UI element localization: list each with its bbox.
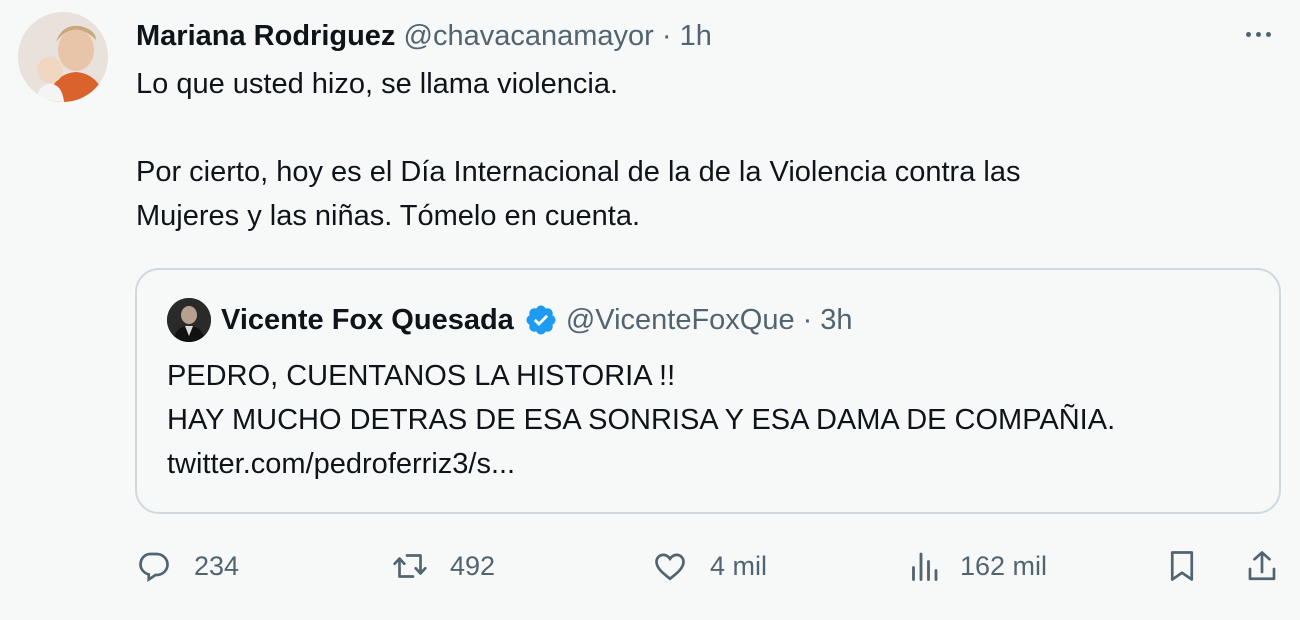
tweet-text-line: Mujeres y las niñas. Tómelo en cuenta. bbox=[136, 200, 641, 232]
retweet-count: 492 bbox=[450, 550, 496, 581]
tweet-actions: 234 492 4 mil 162 mil bbox=[136, 544, 1282, 588]
share-icon bbox=[1248, 551, 1276, 581]
like-count: 4 mil bbox=[710, 550, 768, 581]
tweet-text: Lo que usted hizo, se llama violencia. P… bbox=[136, 62, 1256, 238]
quoted-tweet-text: PEDRO, CUENTANOS LA HISTORIA !! HAY MUCH… bbox=[167, 354, 1267, 486]
view-count: 162 mil bbox=[960, 550, 1048, 581]
quoted-text-line: PEDRO, CUENTANOS LA HISTORIA !! bbox=[167, 360, 676, 392]
quoted-tweet-header: Vicente Fox Quesada @VicenteFoxQue · 3h bbox=[221, 300, 853, 340]
quoted-author-avatar[interactable] bbox=[167, 298, 211, 342]
reply-button[interactable]: 234 bbox=[136, 544, 239, 588]
quoted-avatar-image bbox=[167, 298, 211, 342]
more-options-icon[interactable] bbox=[1238, 22, 1278, 46]
views-chart-icon bbox=[912, 552, 938, 581]
separator-dot: · bbox=[661, 20, 672, 52]
share-button[interactable] bbox=[1244, 544, 1280, 588]
bookmark-icon bbox=[1170, 551, 1194, 581]
tweet-text-line: Lo que usted hizo, se llama violencia. bbox=[136, 68, 619, 100]
separator-dot: · bbox=[802, 304, 813, 336]
tweet[interactable]: Mariana Rodriguez @chavacanamayor · 1h L… bbox=[0, 0, 1300, 620]
heart-icon bbox=[655, 553, 685, 581]
tweet-timestamp[interactable]: 1h bbox=[680, 20, 712, 52]
bookmark-button[interactable] bbox=[1164, 544, 1200, 588]
author-name[interactable]: Mariana Rodriguez bbox=[136, 20, 395, 52]
retweet-icon bbox=[393, 554, 427, 578]
tweet-header: Mariana Rodriguez @chavacanamayor · 1h bbox=[136, 16, 712, 56]
tweet-text-line: Por cierto, hoy es el Día Internacional … bbox=[136, 156, 1021, 188]
quoted-link[interactable]: twitter.com/pedroferriz3/s... bbox=[167, 442, 1267, 486]
reply-icon bbox=[139, 552, 169, 583]
views-button[interactable]: 162 mil bbox=[906, 544, 1047, 588]
avatar-image bbox=[18, 12, 108, 102]
like-button[interactable]: 4 mil bbox=[652, 544, 767, 588]
quoted-tweet[interactable]: Vicente Fox Quesada @VicenteFoxQue · 3h … bbox=[135, 268, 1281, 514]
quoted-author-handle[interactable]: @VicenteFoxQue bbox=[566, 300, 795, 340]
retweet-button[interactable]: 492 bbox=[392, 544, 495, 588]
author-avatar[interactable] bbox=[18, 12, 108, 102]
quoted-tweet-timestamp[interactable]: 3h bbox=[820, 300, 852, 340]
reply-count: 234 bbox=[194, 550, 240, 581]
quoted-text-line: HAY MUCHO DETRAS DE ESA SONRISA Y ESA DA… bbox=[167, 404, 1116, 436]
author-handle[interactable]: @chavacanamayor bbox=[404, 20, 654, 52]
quoted-author-name[interactable]: Vicente Fox Quesada bbox=[221, 300, 514, 340]
verified-badge-icon bbox=[526, 305, 556, 335]
